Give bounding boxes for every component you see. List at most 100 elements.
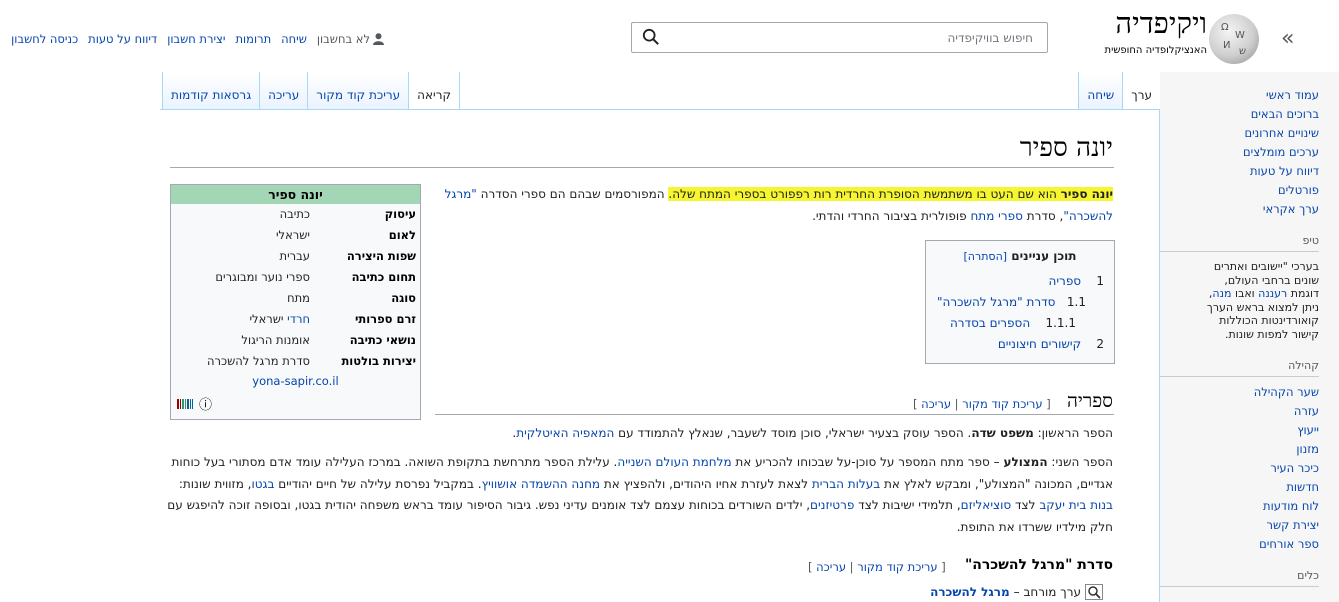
tip-link-raanana[interactable]: רעננה bbox=[1258, 287, 1287, 300]
sidebar-item-welcome[interactable]: ברוכים הבאים bbox=[1159, 107, 1319, 121]
tab-history[interactable]: גרסאות קודמות bbox=[162, 72, 260, 109]
tools-heading: כלים bbox=[1159, 569, 1319, 587]
sidebar-item-contact[interactable]: יצירת קשר bbox=[1159, 518, 1319, 532]
subsection-heading-series: סדרת "מרגל להשכרה" bbox=[964, 557, 1113, 573]
page-tabs: ערך שיחה קריאה עריכת קוד מקור עריכה גרסא… bbox=[160, 72, 1160, 110]
tab-history-label[interactable]: גרסאות קודמות bbox=[171, 88, 251, 102]
infobox-title: יונה ספיר bbox=[171, 185, 420, 204]
sidebar-item-featured[interactable]: ערכים מומלצים bbox=[1159, 145, 1319, 159]
socialism-link[interactable]: סוציאליזם bbox=[961, 498, 1012, 512]
ww2-link[interactable]: מלחמת העולם השנייה bbox=[617, 455, 731, 469]
search-input[interactable] bbox=[661, 23, 1035, 52]
title-divider bbox=[170, 167, 1114, 168]
community-heading: קהילה bbox=[1159, 359, 1319, 377]
infobox-row: עיסוק כתיבה bbox=[279, 207, 416, 221]
paragraph-book-2: הספר השני: המצולע – ספר מתח המספר על סוכ… bbox=[167, 455, 1113, 534]
edit-source-link[interactable]: עריכת קוד מקור bbox=[962, 397, 1042, 411]
page-title: יונה ספיר bbox=[1019, 133, 1113, 163]
infobox-row: נושאי כתיבה אומנות הריגול bbox=[241, 333, 416, 347]
toc-item[interactable]: 2 קישורים חיצוניים bbox=[936, 334, 1104, 355]
thriller-link[interactable]: ספרי מתח bbox=[970, 209, 1022, 223]
auschwitz-link[interactable]: מחנה ההשמדה אושוויץ bbox=[482, 477, 600, 491]
report-error-link[interactable]: דיווח על טעות bbox=[88, 32, 157, 46]
paragraph-book-1: הספר הראשון: משפט שדה. הספר עוסק בצעיר י… bbox=[512, 426, 1113, 440]
sidebar-item-advice[interactable]: ייעוץ bbox=[1159, 423, 1319, 437]
infobox-row: סוגה מתח bbox=[287, 291, 416, 305]
toc-item[interactable]: 1 ספריה bbox=[936, 271, 1104, 292]
infobox-row: שפות היצירה עברית bbox=[279, 249, 416, 263]
user-contribs-link[interactable]: תרומות bbox=[235, 32, 271, 46]
sidebar-item-portals[interactable]: פורטלים bbox=[1159, 183, 1319, 197]
wikidata-icon[interactable] bbox=[177, 398, 193, 409]
website-link[interactable]: yona-sapir.co.il bbox=[252, 374, 338, 388]
sidebar-item-guestbook[interactable]: ספר אורחים bbox=[1159, 537, 1319, 551]
edit-source-link[interactable]: עריכת קוד מקור bbox=[857, 560, 937, 574]
sidebar-item-recent-changes[interactable]: שינויים אחרונים bbox=[1159, 126, 1319, 140]
sidebar-nav: עמוד ראשי ברוכים הבאים שינויים אחרונים ע… bbox=[1159, 88, 1319, 595]
namespace-tabs: ערך שיחה bbox=[1078, 72, 1160, 109]
tip-heading: טיפ bbox=[1159, 234, 1319, 252]
tab-read[interactable]: קריאה bbox=[408, 72, 461, 109]
view-tabs: קריאה עריכת קוד מקור עריכה גרסאות קודמות bbox=[162, 72, 461, 109]
infobox-row: לאום ישראלי bbox=[275, 228, 416, 242]
sidebar-item-news[interactable]: חדשות bbox=[1159, 480, 1319, 494]
ghetto-link[interactable]: בגטו bbox=[252, 477, 275, 491]
collapse-sidebar-icon[interactable]: « bbox=[1281, 26, 1294, 51]
main-article-hatnote: ערך מורחב – מרגל להשכרה bbox=[930, 584, 1103, 600]
tip-text: בערכי "יישובים ואתרים שונים ברחבי העולם,… bbox=[1206, 260, 1319, 341]
allies-link[interactable]: בעלות הברית bbox=[812, 477, 880, 491]
infobox-row: זרם ספרותי חרדי ישראלי bbox=[249, 312, 416, 326]
tab-talk[interactable]: שיחה bbox=[1078, 72, 1124, 109]
sidebar-item-community-portal[interactable]: שער הקהילה bbox=[1159, 385, 1319, 399]
section-edit-links: [ עריכת קוד מקור | עריכה ] bbox=[913, 397, 1051, 411]
logo-tagline: האנציקלופדיה החופשית bbox=[1104, 45, 1207, 56]
user-icon bbox=[373, 33, 384, 45]
lead-paragraph: יונה ספיר הוא שם העט בו משתמשת הסופרת הח… bbox=[444, 187, 1113, 223]
infobox-footer: ⓘ bbox=[177, 394, 212, 413]
lead-subject: יונה ספיר bbox=[1060, 187, 1113, 201]
sidebar-item-noticeboard[interactable]: לוח מודעות bbox=[1159, 499, 1319, 513]
edit-link[interactable]: עריכה bbox=[816, 560, 846, 574]
wikipedia-globe-logo[interactable]: ΩWИש bbox=[1209, 14, 1259, 64]
tab-edit[interactable]: עריכה bbox=[259, 72, 308, 109]
create-account-link[interactable]: יצירת חשבון bbox=[167, 32, 225, 46]
infobox: יונה ספיר עיסוק כתיבה לאום ישראלי שפות היצ… bbox=[170, 184, 421, 420]
toc-item[interactable]: 1.1 סדרת "מרגל להשכרה" bbox=[936, 292, 1104, 313]
search-icon[interactable] bbox=[642, 28, 660, 46]
sidebar-item-buffet[interactable]: מזנון bbox=[1159, 442, 1319, 456]
bais-yaakov-link[interactable]: בנות בית יעקב bbox=[1039, 498, 1113, 512]
anon-label: לא בחשבון bbox=[316, 32, 370, 46]
table-of-contents: תוכן עניינים [הסתרה] 1 ספריה 1.1 סדרת "מ… bbox=[925, 240, 1115, 364]
tab-edit-label[interactable]: עריכה bbox=[268, 88, 299, 102]
haredi-link[interactable]: חרדי bbox=[287, 312, 310, 326]
logo-wordmark[interactable]: ויקיפדיה bbox=[1115, 6, 1207, 41]
edit-link[interactable]: עריכה bbox=[921, 397, 951, 411]
magnifier-icon bbox=[1085, 584, 1103, 600]
partisans-link[interactable]: פרטיזנים bbox=[810, 498, 854, 512]
anon-status: לא בחשבון bbox=[317, 32, 384, 46]
infobox-row: יצירות בולטות סדרת מרגל להשכרה bbox=[207, 354, 416, 368]
search-box bbox=[631, 22, 1048, 53]
tab-talk-label[interactable]: שיחה bbox=[1087, 88, 1114, 102]
toc-item[interactable]: 1.1.1 הספרים בסדרה bbox=[936, 313, 1104, 334]
tab-article[interactable]: ערך bbox=[1123, 72, 1160, 109]
toc-toggle[interactable]: [הסתרה] bbox=[964, 250, 1008, 263]
sidebar-item-main-page[interactable]: עמוד ראשי bbox=[1159, 88, 1319, 102]
section-divider bbox=[435, 414, 1114, 415]
toc-title: תוכן עניינים bbox=[1011, 249, 1077, 263]
info-icon[interactable]: ⓘ bbox=[199, 394, 212, 413]
user-talk-link[interactable]: שיחה bbox=[281, 32, 307, 46]
sidebar-item-report-error[interactable]: דיווח על טעות bbox=[1159, 164, 1319, 178]
sidebar-item-random[interactable]: ערך אקראי bbox=[1159, 202, 1319, 216]
subsection-edit-links: [ עריכת קוד מקור | עריכה ] bbox=[808, 560, 946, 574]
italian-mafia-link[interactable]: המאפיה האיטלקית bbox=[516, 426, 614, 440]
sidebar-item-town-square[interactable]: כיכר העיר bbox=[1159, 461, 1319, 475]
tab-edit-source[interactable]: עריכת קוד מקור bbox=[307, 72, 409, 109]
main-article-link[interactable]: מרגל להשכרה bbox=[930, 585, 1010, 599]
personal-tools: לא בחשבון שיחה תרומות יצירת חשבון דיווח … bbox=[11, 32, 384, 46]
tip-link-abu-mena[interactable]: מנה bbox=[1212, 287, 1231, 300]
login-link[interactable]: כניסה לחשבון bbox=[11, 32, 78, 46]
tab-edit-source-label[interactable]: עריכת קוד מקור bbox=[316, 88, 400, 102]
section-heading-books: ספריה bbox=[1066, 390, 1113, 412]
sidebar-item-help[interactable]: עזרה bbox=[1159, 404, 1319, 418]
